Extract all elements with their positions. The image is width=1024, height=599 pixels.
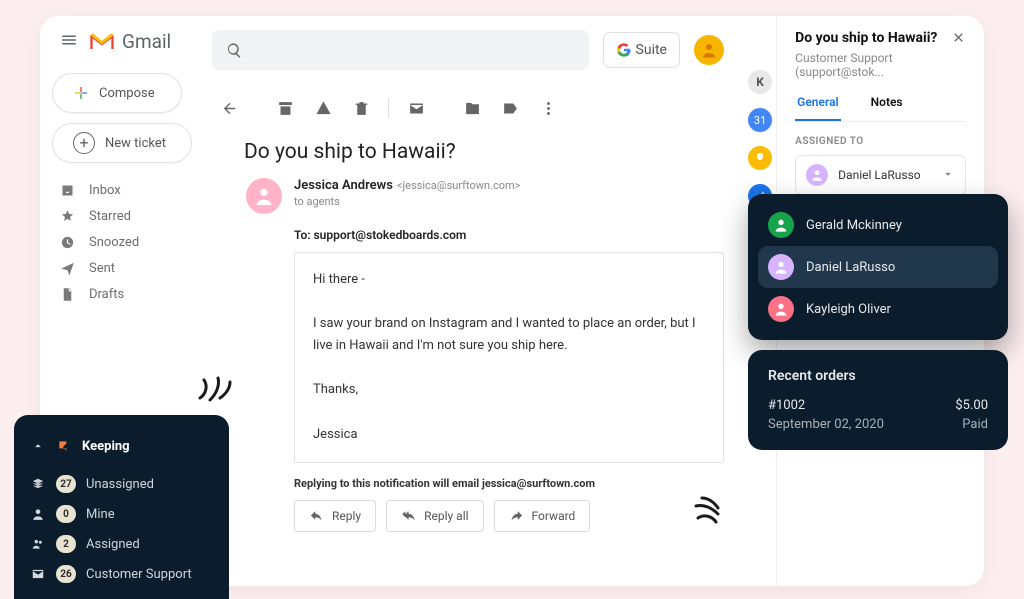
hamburger-icon[interactable] <box>60 31 78 53</box>
assignee-select[interactable]: Daniel LaRusso <box>795 155 966 195</box>
plus-icon: + <box>73 132 95 154</box>
email-body: Hi there - I saw your brand on Instagram… <box>294 252 724 463</box>
order-date: September 02, 2020 <box>768 417 884 432</box>
assignee-avatar <box>806 164 828 186</box>
compose-label: Compose <box>99 86 155 101</box>
panel-subtitle: Customer Support (support@stok... <box>795 51 966 79</box>
nav-sent[interactable]: Sent <box>52 255 192 281</box>
assignee-option-selected[interactable]: Daniel LaRusso <box>758 246 998 288</box>
nav-inbox[interactable]: Inbox <box>52 177 192 203</box>
spam-icon[interactable] <box>306 91 340 125</box>
new-ticket-label: New ticket <box>105 136 166 151</box>
keep-chip-icon[interactable] <box>748 146 772 170</box>
forward-button[interactable]: Forward <box>494 500 591 532</box>
recipients-line: to agents <box>294 195 520 208</box>
assignee-option[interactable]: Kayleigh Oliver <box>758 288 998 330</box>
email-subject: Do you ship to Hawaii? <box>244 140 724 164</box>
assigned-to-header: ASSIGNED TO <box>795 136 966 147</box>
to-line: To: support@stokedboards.com <box>294 228 724 242</box>
more-icon[interactable] <box>531 91 565 125</box>
sender-avatar <box>246 178 282 214</box>
account-avatar[interactable] <box>694 35 724 65</box>
reply-note: Replying to this notification will email… <box>294 477 724 490</box>
keeping-logo-icon <box>56 438 72 454</box>
app-name: Gmail <box>122 30 171 53</box>
reply-all-button[interactable]: Reply all <box>386 500 483 532</box>
keeping-chip-icon[interactable]: K <box>748 70 772 94</box>
nav-starred[interactable]: Starred <box>52 203 192 229</box>
reply-button[interactable]: Reply <box>294 500 376 532</box>
person-icon <box>30 506 46 522</box>
nav-snoozed[interactable]: Snoozed <box>52 229 192 255</box>
unread-icon[interactable] <box>399 91 433 125</box>
move-icon[interactable] <box>455 91 489 125</box>
keeping-assigned[interactable]: 2Assigned <box>30 529 213 559</box>
assignee-option[interactable]: Gerald Mckinney <box>758 204 998 246</box>
order-status: Paid <box>962 417 988 432</box>
gsuite-button[interactable]: Suite <box>603 32 680 68</box>
envelope-icon <box>30 566 46 582</box>
keeping-toggle[interactable]: Keeping <box>30 431 213 461</box>
nav-drafts[interactable]: Drafts <box>52 281 192 307</box>
new-ticket-button[interactable]: + New ticket <box>52 123 192 163</box>
delete-icon[interactable] <box>344 91 378 125</box>
stack-icon <box>30 476 46 492</box>
sender-name: Jessica Andrews <box>294 178 393 193</box>
gsuite-label: Suite <box>636 42 667 58</box>
people-icon <box>30 536 46 552</box>
assignee-name: Daniel LaRusso <box>838 168 920 182</box>
decorative-squiggle <box>196 374 236 404</box>
keeping-mine[interactable]: 0Mine <box>30 499 213 529</box>
message-toolbar <box>212 90 724 126</box>
back-icon[interactable] <box>212 91 246 125</box>
keeping-customer-support[interactable]: 26Customer Support <box>30 559 213 589</box>
orders-title: Recent orders <box>768 368 988 384</box>
search-input[interactable] <box>212 30 589 70</box>
label-icon[interactable] <box>493 91 527 125</box>
archive-icon[interactable] <box>268 91 302 125</box>
keeping-unassigned[interactable]: 27Unassigned <box>30 469 213 499</box>
calendar-chip-icon[interactable]: 31 <box>748 108 772 132</box>
order-id: #1002 <box>768 398 805 413</box>
panel-title: Do you ship to Hawaii? <box>795 30 937 46</box>
chevron-down-icon <box>941 167 955 184</box>
chevron-up-icon <box>30 438 46 454</box>
keeping-sidebar-card: Keeping 27Unassigned 0Mine 2Assigned 26C… <box>14 415 229 599</box>
compose-button[interactable]: Compose <box>52 73 182 113</box>
decorative-squiggle <box>692 496 732 526</box>
tab-notes[interactable]: Notes <box>869 95 905 121</box>
gmail-logo: Gmail <box>88 30 171 53</box>
order-amount: $5.00 <box>955 398 988 413</box>
close-icon[interactable] <box>951 30 966 49</box>
tab-general[interactable]: General <box>795 95 840 121</box>
sender-address: <jessica@surftown.com> <box>397 179 521 192</box>
recent-orders-card: Recent orders #1002 $5.00 September 02, 2… <box>748 350 1008 450</box>
assignee-dropdown-popup: Gerald Mckinney Daniel LaRusso Kayleigh … <box>748 194 1008 340</box>
